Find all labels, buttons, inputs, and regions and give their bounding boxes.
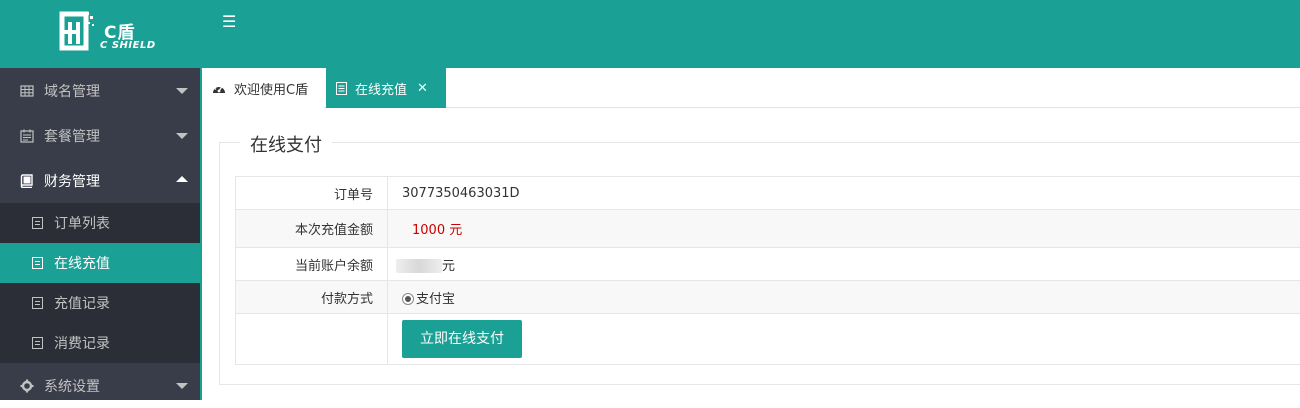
tab-bar: 欢迎使用C盾 在线充值 ✕: [202, 68, 1300, 108]
sidebar-item-domain[interactable]: 域名管理: [0, 68, 200, 113]
document-icon: [336, 82, 347, 95]
document-icon: [32, 297, 43, 309]
chevron-down-icon: [176, 383, 188, 389]
table-row: 本次充值金额 1000 元: [236, 210, 1300, 248]
sidebar-child-label: 订单列表: [54, 213, 110, 233]
document-icon: [32, 217, 43, 229]
tab-online-recharge[interactable]: 在线充值 ✕: [326, 68, 446, 108]
empty-label-cell: [236, 314, 388, 365]
pay-now-button[interactable]: 立即在线支付: [402, 320, 522, 358]
balance-unit: 元: [442, 259, 455, 274]
sidebar: 域名管理 套餐管理 财务管理 订单列表 在线充值: [0, 68, 200, 400]
sidebar-item-label: 套餐管理: [44, 126, 100, 146]
payment-form-table: 订单号 3077350463031D 本次充值金额 1000 元 当前账户余额 …: [235, 176, 1300, 365]
calendar-icon: [20, 129, 34, 143]
sidebar-item-finance[interactable]: 财务管理: [0, 158, 200, 203]
shield-logo-icon: [58, 10, 96, 54]
sidebar-item-online-recharge[interactable]: 在线充值: [0, 243, 200, 283]
sidebar-child-label: 充值记录: [54, 293, 110, 313]
dashboard-icon: [212, 82, 226, 94]
document-icon: [32, 337, 43, 349]
chevron-up-icon: [176, 176, 188, 182]
payment-method-cell: 支付宝: [388, 281, 1300, 314]
sidebar-item-consumption-records[interactable]: 消费记录: [0, 323, 200, 363]
gear-icon: [20, 379, 34, 393]
tab-label: 欢迎使用C盾: [234, 79, 308, 98]
order-number-label: 订单号: [236, 177, 388, 210]
brand-subtitle: C SHIELD: [100, 40, 156, 51]
sidebar-child-label: 消费记录: [54, 333, 110, 353]
sidebar-item-order-list[interactable]: 订单列表: [0, 203, 200, 243]
hamburger-icon[interactable]: ☰: [222, 14, 236, 30]
table-row: 订单号 3077350463031D: [236, 177, 1300, 210]
sidebar-item-recharge-records[interactable]: 充值记录: [0, 283, 200, 323]
tab-label: 在线充值: [355, 79, 407, 98]
book-icon: [20, 174, 34, 188]
sidebar-item-label: 域名管理: [44, 81, 100, 101]
balance-cell: 元: [388, 248, 1300, 281]
tab-welcome[interactable]: 欢迎使用C盾: [202, 68, 324, 108]
sidebar-item-settings[interactable]: 系统设置: [0, 363, 200, 408]
sidebar-divider: [200, 68, 202, 400]
recharge-amount-label: 本次充值金额: [236, 210, 388, 248]
sidebar-child-label: 在线充值: [54, 253, 110, 273]
redacted-balance: [396, 259, 442, 273]
sidebar-item-package[interactable]: 套餐管理: [0, 113, 200, 158]
chevron-down-icon: [176, 88, 188, 94]
sidebar-item-label: 系统设置: [44, 376, 100, 396]
table-row: 立即在线支付: [236, 314, 1300, 365]
finance-submenu: 订单列表 在线充值 充值记录 消费记录: [0, 203, 200, 363]
logo[interactable]: C盾 C SHIELD: [58, 4, 158, 60]
table-icon: [20, 84, 34, 98]
document-icon: [32, 257, 43, 269]
recharge-amount-value: 1000 元: [402, 223, 462, 238]
table-row: 当前账户余额 元: [236, 248, 1300, 281]
top-header: C盾 C SHIELD ☰: [0, 0, 1300, 68]
pay-button-cell: 立即在线支付: [388, 314, 1300, 365]
chevron-down-icon: [176, 133, 188, 139]
close-icon[interactable]: ✕: [417, 81, 428, 96]
recharge-amount-cell: 1000 元: [388, 210, 1300, 248]
payment-method-label: 付款方式: [236, 281, 388, 314]
fieldset-legend: 在线支付: [240, 131, 332, 157]
alipay-radio[interactable]: [402, 293, 414, 305]
balance-label: 当前账户余额: [236, 248, 388, 281]
table-row: 付款方式 支付宝: [236, 281, 1300, 314]
alipay-label[interactable]: 支付宝: [416, 292, 455, 307]
sidebar-item-label: 财务管理: [44, 171, 100, 191]
order-number-value: 3077350463031D: [388, 177, 1300, 210]
